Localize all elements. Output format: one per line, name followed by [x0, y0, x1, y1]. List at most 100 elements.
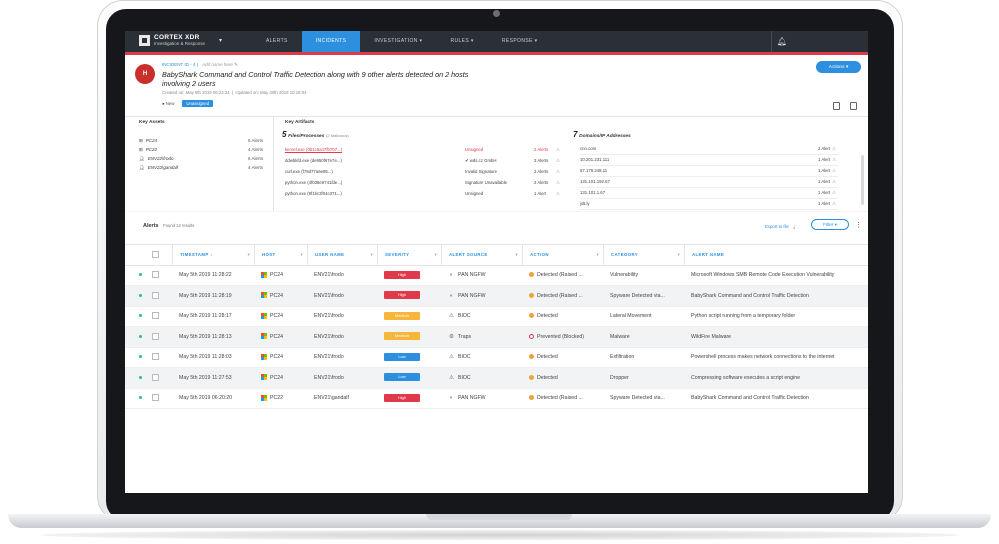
column-header-4[interactable]: ALERT SOURCE ▾ — [441, 245, 522, 265]
filter-icon[interactable]: ▾ — [247, 245, 250, 265]
cell-host[interactable]: PC24 — [254, 347, 307, 367]
nav-tab-2[interactable]: INVESTIGATION ▾ — [360, 31, 436, 52]
pencil-icon[interactable]: ✎ — [234, 62, 238, 67]
column-header-6[interactable]: CATEGORY ▾ — [603, 245, 684, 265]
table-row[interactable]: May 5th 2019 11:28:03 PC24 ENV21\frodo Low ⚠… — [125, 347, 868, 368]
file-alerts[interactable]: 2 Alerts — [534, 169, 548, 174]
column-header-label[interactable]: CATEGORY — [611, 252, 638, 257]
filter-icon[interactable]: ▾ — [370, 245, 373, 265]
filter-icon[interactable]: ▾ — [434, 245, 437, 265]
domain-alerts[interactable]: 1 Alert — [818, 157, 830, 162]
domain-row[interactable]: 131.101.192.67 1 Alert ⚠ — [580, 178, 838, 188]
nav-tab-1[interactable]: INCIDENTS — [301, 31, 361, 52]
domains-scrollbar[interactable] — [861, 155, 864, 205]
table-row[interactable]: May 5th 2019 11:28:13 PC24 ENV21\frodo Medi… — [125, 326, 868, 348]
asset-row[interactable]: 👤︎ ENV22\frodo 6 Alerts — [139, 156, 263, 162]
cell-alert-name[interactable]: WildFire Malware — [684, 327, 868, 347]
asset-row[interactable]: 👤︎ ENV22\gandalf 4 Alerts — [139, 165, 263, 171]
domain-row[interactable]: 67.179.248.11 1 Alert ⚠ — [580, 167, 838, 177]
host-name[interactable]: PC24 — [270, 272, 283, 278]
cell-alert-name[interactable]: Microsoft Windows SMB Remote Code Execut… — [684, 265, 868, 285]
file-name[interactable]: python.exe (9f1bc3f04c371...) — [285, 191, 342, 196]
domain-name[interactable]: 67.179.248.11 — [580, 168, 607, 173]
row-checkbox[interactable] — [152, 291, 159, 299]
filter-icon[interactable]: ▾ — [596, 245, 599, 265]
domain-alerts[interactable]: 1 Alert — [818, 179, 830, 184]
domain-name[interactable]: 10.201.231.111 — [580, 157, 609, 162]
nav-tab-0[interactable]: ALERTS — [252, 31, 302, 52]
host-name[interactable]: PC24 — [270, 293, 283, 299]
file-alerts[interactable]: 1 Alert — [534, 191, 546, 196]
domain-alerts[interactable]: 2 Alert — [818, 146, 830, 151]
row-checkbox[interactable] — [152, 312, 159, 319]
domain-row[interactable]: cnn.com 2 Alert ⚠ — [580, 145, 838, 155]
table-row[interactable]: May 5th 2019 11:28:22 PC24 ENV21\frodo High… — [125, 265, 868, 286]
host-name[interactable]: PC24 — [270, 354, 283, 360]
select-all-checkbox[interactable] — [152, 251, 159, 258]
domain-alerts[interactable]: 1 Alert — [818, 201, 830, 206]
file-name[interactable]: curl.exe (f78d77a6e85...) — [285, 169, 333, 174]
column-header-label[interactable]: HOST — [262, 252, 276, 257]
file-alerts[interactable]: 2 Alerts — [534, 180, 548, 185]
domain-row[interactable]: 10.201.231.111 1 Alert ⚠ — [580, 156, 838, 166]
file-alerts[interactable]: 2 Alerts — [534, 147, 548, 152]
file-name[interactable]: python.exe (4f038e9741fde...) — [285, 180, 342, 185]
domain-name[interactable]: 131.101.192.67 — [580, 179, 610, 184]
column-header-label[interactable]: USER NAME — [315, 252, 344, 257]
column-header-1[interactable]: HOST ▾ — [254, 245, 307, 265]
column-header-7[interactable]: ALERT NAME — [684, 245, 868, 265]
row-checkbox[interactable] — [152, 373, 159, 381]
document-icon[interactable] — [833, 102, 840, 110]
actions-button[interactable]: Actions ▾ — [816, 61, 861, 73]
download-icon[interactable]: ⤓ — [793, 224, 795, 229]
cell-host[interactable]: PC24 — [254, 286, 307, 306]
cell-host[interactable]: PC24 — [254, 265, 307, 285]
brand[interactable]: CORTEX XDR Investigation & Response ▾ — [139, 34, 222, 47]
cell-host[interactable]: PC24 — [254, 327, 307, 347]
chevron-down-icon[interactable]: ▾ — [219, 37, 222, 44]
domain-name[interactable]: cnn.com — [580, 146, 596, 151]
incident-alias-input[interactable]: Add name here — [202, 62, 233, 67]
bell-icon[interactable]: 🔔︎ — [771, 31, 792, 52]
column-header-label[interactable]: ACTION — [530, 252, 549, 257]
domain-row[interactable]: 131.101.1.67 1 Alert ⚠ — [580, 189, 838, 199]
file-name[interactable]: ddwbkfd.exe (de950f67e7e...) — [285, 158, 342, 163]
row-checkbox[interactable] — [152, 394, 159, 401]
column-header-0[interactable]: TIMESTAMP ↓ ▾ — [172, 245, 254, 265]
cell-alert-name[interactable]: Compressing software executes a script e… — [684, 368, 868, 388]
domain-alerts[interactable]: 1 Alert — [818, 168, 830, 173]
cell-alert-name[interactable]: BabyShark Command and Control Traffic De… — [684, 286, 868, 306]
column-header-5[interactable]: ACTION ▾ — [522, 245, 603, 265]
domain-row[interactable]: jslt.ly 1 Alert ⚠ — [580, 200, 838, 210]
cell-host[interactable]: PC24 — [254, 368, 307, 388]
column-header-3[interactable]: SEVERITY ▾ — [377, 245, 441, 265]
column-header-label[interactable]: SEVERITY — [385, 252, 409, 257]
cell-alert-name[interactable]: Powershell process makes network connect… — [684, 347, 868, 367]
column-header-label[interactable]: TIMESTAMP ↓ — [180, 252, 213, 257]
table-row[interactable]: May 5th 2019 11:28:17 PC24 ENV21\frodo Medi… — [125, 306, 868, 327]
row-checkbox[interactable] — [152, 332, 159, 340]
host-name[interactable]: PC24 — [270, 375, 283, 381]
export-label[interactable]: Export to file — [765, 224, 789, 229]
nav-tab-3[interactable]: RULES ▾ — [436, 31, 487, 52]
host-name[interactable]: PC22 — [270, 395, 283, 401]
cell-alert-name[interactable]: BabyShark Command and Control Traffic De… — [684, 388, 868, 408]
table-row[interactable]: May 5th 2019 11:28:19 PC24 ENV21\frodo High… — [125, 285, 868, 307]
domain-name[interactable]: jslt.ly — [580, 201, 590, 206]
column-header-2[interactable]: USER NAME ▾ — [307, 245, 377, 265]
table-row[interactable]: May 5th 2019 11:27:53 PC24 ENV21\frodo Low ⚠… — [125, 367, 868, 389]
column-header-label[interactable]: ALERT NAME — [692, 252, 724, 257]
cell-alert-name[interactable]: Python script running from a temporary f… — [684, 306, 868, 326]
host-name[interactable]: PC24 — [270, 334, 283, 340]
domain-alerts[interactable]: 1 Alert — [818, 190, 830, 195]
row-checkbox[interactable] — [152, 271, 159, 278]
nav-tab-4[interactable]: RESPONSE ▾ — [488, 31, 552, 52]
export-link[interactable]: Export to file ⤓ — [765, 224, 795, 229]
more-options-icon[interactable]: ⋮ — [855, 221, 862, 229]
table-row[interactable]: May 5th 2019 06:20:20 PC22 ENV21\gandalf Hi… — [125, 388, 868, 409]
filter-icon[interactable]: ▾ — [677, 245, 680, 265]
row-checkbox[interactable] — [152, 353, 159, 360]
cell-host[interactable]: PC24 — [254, 306, 307, 326]
cell-host[interactable]: PC22 — [254, 388, 307, 408]
column-header-label[interactable]: ALERT SOURCE — [449, 252, 488, 257]
